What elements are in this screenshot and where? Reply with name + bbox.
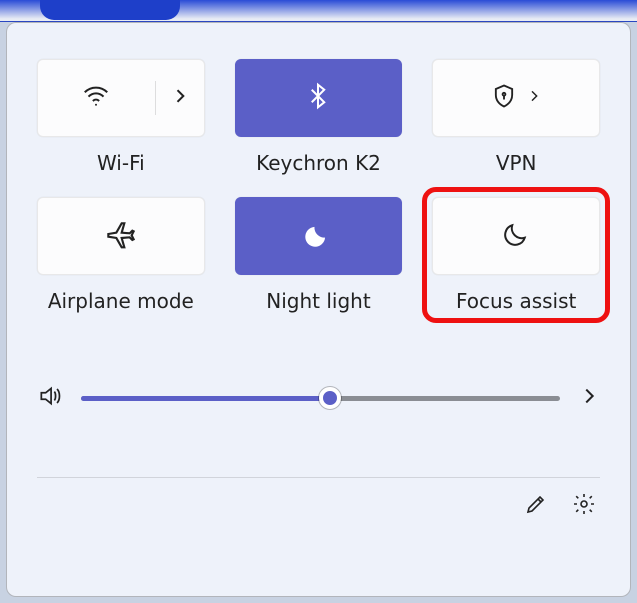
speaker-icon[interactable]	[37, 383, 63, 413]
tile-wifi[interactable]	[37, 59, 205, 137]
footer	[37, 492, 600, 520]
chevron-right-icon	[526, 88, 542, 108]
wifi-expand-button[interactable]	[156, 86, 204, 110]
tile-focusassist-wrap: Focus assist	[432, 197, 600, 313]
tile-label: Keychron K2	[256, 151, 381, 175]
quick-settings-panel: Wi-Fi Keychron K2 VPN	[6, 22, 631, 597]
tile-nightlight-wrap: Night light	[235, 197, 403, 313]
tile-nightlight[interactable]	[235, 197, 403, 275]
tile-vpn[interactable]	[432, 59, 600, 137]
night-light-icon	[301, 217, 335, 255]
settings-button[interactable]	[572, 492, 596, 520]
edit-button[interactable]	[524, 492, 548, 520]
tile-label: Airplane mode	[48, 289, 194, 313]
wifi-icon	[81, 81, 111, 115]
shield-key-icon	[490, 82, 518, 114]
tile-vpn-wrap: VPN	[432, 59, 600, 175]
tile-label: Night light	[266, 289, 370, 313]
wifi-toggle[interactable]	[38, 81, 156, 115]
tile-bluetooth-wrap: Keychron K2	[235, 59, 403, 175]
divider	[37, 477, 600, 478]
tile-label: Focus assist	[456, 289, 576, 313]
tile-label: Wi-Fi	[97, 151, 145, 175]
slider-thumb[interactable]	[319, 387, 341, 409]
quick-settings-grid: Wi-Fi Keychron K2 VPN	[37, 59, 600, 313]
bluetooth-icon	[303, 81, 333, 115]
tile-wifi-wrap: Wi-Fi	[37, 59, 205, 175]
airplane-icon	[105, 218, 137, 254]
slider-fill	[81, 396, 330, 401]
tile-focus-assist[interactable]	[432, 197, 600, 275]
volume-row	[37, 383, 600, 413]
chevron-right-icon	[170, 86, 190, 110]
tile-airplane-wrap: Airplane mode	[37, 197, 205, 313]
volume-expand-button[interactable]	[578, 385, 600, 411]
tile-airplane[interactable]	[37, 197, 205, 275]
tile-label: VPN	[496, 151, 537, 175]
volume-slider[interactable]	[81, 386, 560, 410]
moon-icon	[501, 219, 531, 253]
tile-bluetooth[interactable]	[235, 59, 403, 137]
